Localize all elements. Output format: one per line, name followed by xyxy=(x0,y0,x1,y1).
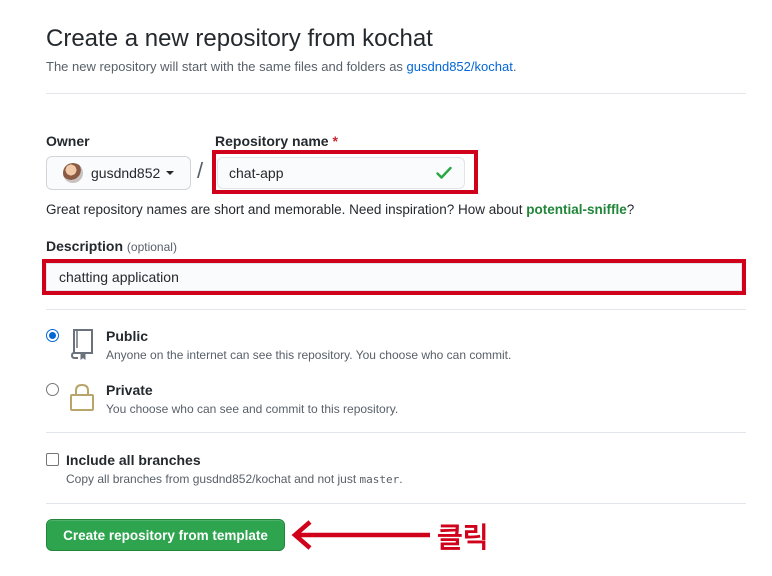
divider xyxy=(46,503,746,504)
subtitle-text: The new repository will start with the s… xyxy=(46,59,407,74)
repo-name-label: Repository name * xyxy=(215,133,338,149)
caret-down-icon xyxy=(166,171,175,175)
subtitle-suffix: . xyxy=(512,59,517,74)
annotation-label: 클릭 xyxy=(437,521,489,554)
description-label: Description (optional) xyxy=(46,238,177,254)
arrow-left-icon xyxy=(291,520,430,550)
private-title: Private xyxy=(106,382,153,398)
private-description: You choose who can see and commit to thi… xyxy=(106,402,399,416)
hint-suffix: ? xyxy=(626,202,635,217)
divider xyxy=(46,93,746,94)
branches-desc-suffix: . xyxy=(399,472,403,486)
owner-label: Owner xyxy=(46,133,90,149)
owner-repo-separator: / xyxy=(197,158,204,183)
page-title: Create a new repository from kochat xyxy=(46,25,433,52)
public-description: Anyone on the internet can see this repo… xyxy=(106,348,512,362)
hint-text: Great repository names are short and mem… xyxy=(46,202,527,217)
public-title: Public xyxy=(106,328,149,344)
divider xyxy=(46,432,746,433)
page-subtitle: The new repository will start with the s… xyxy=(46,59,516,74)
description-label-text: Description xyxy=(46,238,124,254)
name-hint: Great repository names are short and mem… xyxy=(46,202,634,217)
include-branches-description: Copy all branches from gusdnd852/kochat … xyxy=(66,472,403,486)
divider xyxy=(46,309,746,310)
highlight-box-description xyxy=(42,259,746,295)
owner-name: gusdnd852 xyxy=(91,165,161,181)
repo-icon xyxy=(70,329,93,360)
avatar xyxy=(63,163,83,183)
branches-desc-text: Copy all branches from gusdnd852/kochat … xyxy=(66,472,360,486)
required-mark: * xyxy=(332,133,338,149)
include-branches-title: Include all branches xyxy=(66,452,201,468)
repo-name-label-text: Repository name xyxy=(215,133,329,149)
default-branch-name: master xyxy=(359,473,400,486)
lock-icon xyxy=(70,383,94,411)
owner-dropdown[interactable]: gusdnd852 xyxy=(46,156,191,190)
optional-tag: (optional) xyxy=(126,240,177,254)
public-radio[interactable] xyxy=(46,329,59,342)
name-suggestion[interactable]: potential-sniffle xyxy=(526,202,627,217)
private-radio[interactable] xyxy=(46,383,59,396)
include-branches-checkbox[interactable] xyxy=(46,453,59,466)
create-repository-button[interactable]: Create repository from template xyxy=(46,519,285,551)
highlight-box-repo-name xyxy=(212,150,478,194)
template-repo-link[interactable]: gusdnd852/kochat xyxy=(407,59,513,74)
